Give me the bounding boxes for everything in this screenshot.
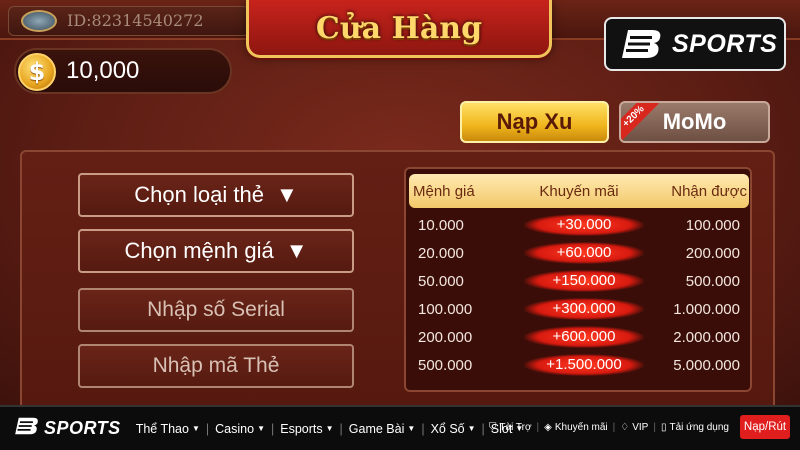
cell-denomination: 10.000 xyxy=(418,216,464,234)
caret-down-icon: ▼ xyxy=(325,424,334,433)
coin-icon: $ xyxy=(18,53,56,91)
cell-received: 5.000.000 xyxy=(673,356,740,374)
link-tai-ung-dung[interactable]: ▯ Tải ứng dụng xyxy=(656,422,734,433)
game-screen: ID:82314540272 Cửa Hàng SPORTS $ 10,000 … xyxy=(0,0,800,405)
nav-item-xo-so[interactable]: Xổ Số ▼ xyxy=(426,422,481,436)
avatar[interactable] xyxy=(21,10,57,32)
nav-label: Xổ Số xyxy=(430,421,465,436)
cell-promotion: +60.000 xyxy=(524,242,644,264)
cell-promotion: +600.000 xyxy=(524,326,644,348)
cell-denomination: 20.000 xyxy=(418,244,464,262)
footer-links: ⛉ Tài Trợ | ◈ Khuyến mãi | ♢ VIP | ▯ Tải ứng… xyxy=(484,415,790,439)
caret-down-icon: ▼ xyxy=(467,424,476,433)
brand-badge: SPORTS xyxy=(604,17,786,71)
bsports-logo-icon xyxy=(620,28,664,60)
link-vip[interactable]: ♢ VIP xyxy=(615,422,653,433)
cell-received: 1.000.000 xyxy=(673,300,740,318)
cell-denomination: 200.000 xyxy=(418,328,473,346)
card-type-select[interactable]: Chọn loại thẻ ▼ xyxy=(78,173,354,217)
rate-table-header: Mệnh giá Khuyến mãi Nhận được xyxy=(409,174,749,208)
tab-nap-xu[interactable]: Nạp Xu xyxy=(460,101,609,143)
nav-label: Game Bài xyxy=(348,421,405,436)
card-value-select[interactable]: Chọn mệnh giá ▼ xyxy=(78,229,354,273)
link-label: Khuyến mãi xyxy=(554,421,608,433)
page-title-banner: Cửa Hàng xyxy=(246,0,552,58)
nav-item-esports[interactable]: Esports ▼ xyxy=(275,422,338,436)
tab-momo[interactable]: +20% MoMo xyxy=(619,101,770,143)
footer-logo[interactable]: SPORTS xyxy=(14,416,121,441)
link-khuyen-mai[interactable]: ◈ Khuyến mãi xyxy=(539,422,613,433)
coin-balance: 10,000 xyxy=(66,57,140,84)
dropdown-arrow-icon: ▼ xyxy=(275,182,298,207)
cell-denomination: 50.000 xyxy=(418,272,464,290)
tag-icon: ◈ xyxy=(544,421,552,433)
bsports-logo-icon xyxy=(14,416,40,441)
tab-momo-label: MoMo xyxy=(662,109,727,134)
nav-label: Thể Thao xyxy=(135,421,189,436)
cell-promotion: +300.000 xyxy=(524,298,644,320)
link-label: Tải ứng dụng xyxy=(669,421,729,433)
header-promotion: Khuyến mãi xyxy=(539,182,619,200)
brand-name: SPORTS xyxy=(672,29,778,58)
link-tai-tro[interactable]: ⛉ Tài Trợ xyxy=(484,422,537,433)
cell-promotion: +150.000 xyxy=(524,270,644,292)
main-nav: Thể Thao ▼ | Casino ▼ | Esports ▼ | Game Bà… xyxy=(131,422,529,436)
deposit-withdraw-button[interactable]: Nạp/Rút xyxy=(740,415,790,439)
caret-down-icon: ▼ xyxy=(257,424,265,433)
cell-received: 100.000 xyxy=(685,216,740,234)
nav-label: Esports xyxy=(280,421,323,436)
header-received: Nhận được xyxy=(671,182,747,200)
table-row: 200.000 +600.000 2.000.000 xyxy=(406,323,754,351)
link-label: VIP xyxy=(632,421,649,433)
player-id: ID:82314540272 xyxy=(67,11,204,30)
serial-placeholder: Nhập số Serial xyxy=(147,298,285,321)
cell-received: 200.000 xyxy=(685,244,740,262)
page-title: Cửa Hàng xyxy=(315,11,483,46)
caret-down-icon: ▼ xyxy=(407,424,416,433)
player-id-box: ID:82314540272 xyxy=(8,6,250,36)
table-row: 500.000 +1.500.000 5.000.000 xyxy=(406,351,754,379)
nav-item-the-thao[interactable]: Thể Thao ▼ xyxy=(131,422,205,436)
table-row: 100.000 +300.000 1.000.000 xyxy=(406,295,754,323)
serial-input[interactable]: Nhập số Serial xyxy=(78,288,354,332)
cell-denomination: 500.000 xyxy=(418,356,473,374)
site-footer-nav: SPORTS Thể Thao ▼ | Casino ▼ | Esports ▼ | … xyxy=(0,405,800,450)
cell-promotion: +30.000 xyxy=(524,214,644,236)
cell-received: 500.000 xyxy=(685,272,740,290)
balance-box: $ 10,000 xyxy=(14,48,232,94)
table-row: 10.000 +30.000 100.000 xyxy=(406,211,754,239)
dropdown-arrow-icon: ▼ xyxy=(285,238,308,263)
handshake-icon: ⛉ xyxy=(488,421,497,433)
cell-received: 2.000.000 xyxy=(673,328,740,346)
phone-icon: ▯ xyxy=(660,421,667,433)
table-row: 20.000 +60.000 200.000 xyxy=(406,239,754,267)
bonus-ribbon: +20% xyxy=(621,103,659,141)
table-row: 50.000 +150.000 500.000 xyxy=(406,267,754,295)
cell-promotion: +1.500.000 xyxy=(524,354,644,376)
card-code-placeholder: Nhập mã Thẻ xyxy=(152,354,280,377)
card-code-input[interactable]: Nhập mã Thẻ xyxy=(78,344,354,388)
nav-label: Casino xyxy=(215,421,255,436)
footer-brand-name: SPORTS xyxy=(44,418,121,438)
link-label: Tài Trợ xyxy=(499,421,532,433)
card-value-label: Chọn mệnh giá xyxy=(124,238,274,263)
header-denomination: Mệnh giá xyxy=(413,182,475,200)
caret-down-icon: ▼ xyxy=(191,424,200,433)
nav-item-casino[interactable]: Casino ▼ xyxy=(210,422,270,436)
cell-denomination: 100.000 xyxy=(418,300,473,318)
rate-table: Mệnh giá Khuyến mãi Nhận được 10.000 +30… xyxy=(404,167,752,392)
card-type-label: Chọn loại thẻ xyxy=(134,182,264,207)
nav-item-game-bai[interactable]: Game Bài ▼ xyxy=(344,422,421,436)
diamond-icon: ♢ xyxy=(620,421,630,433)
